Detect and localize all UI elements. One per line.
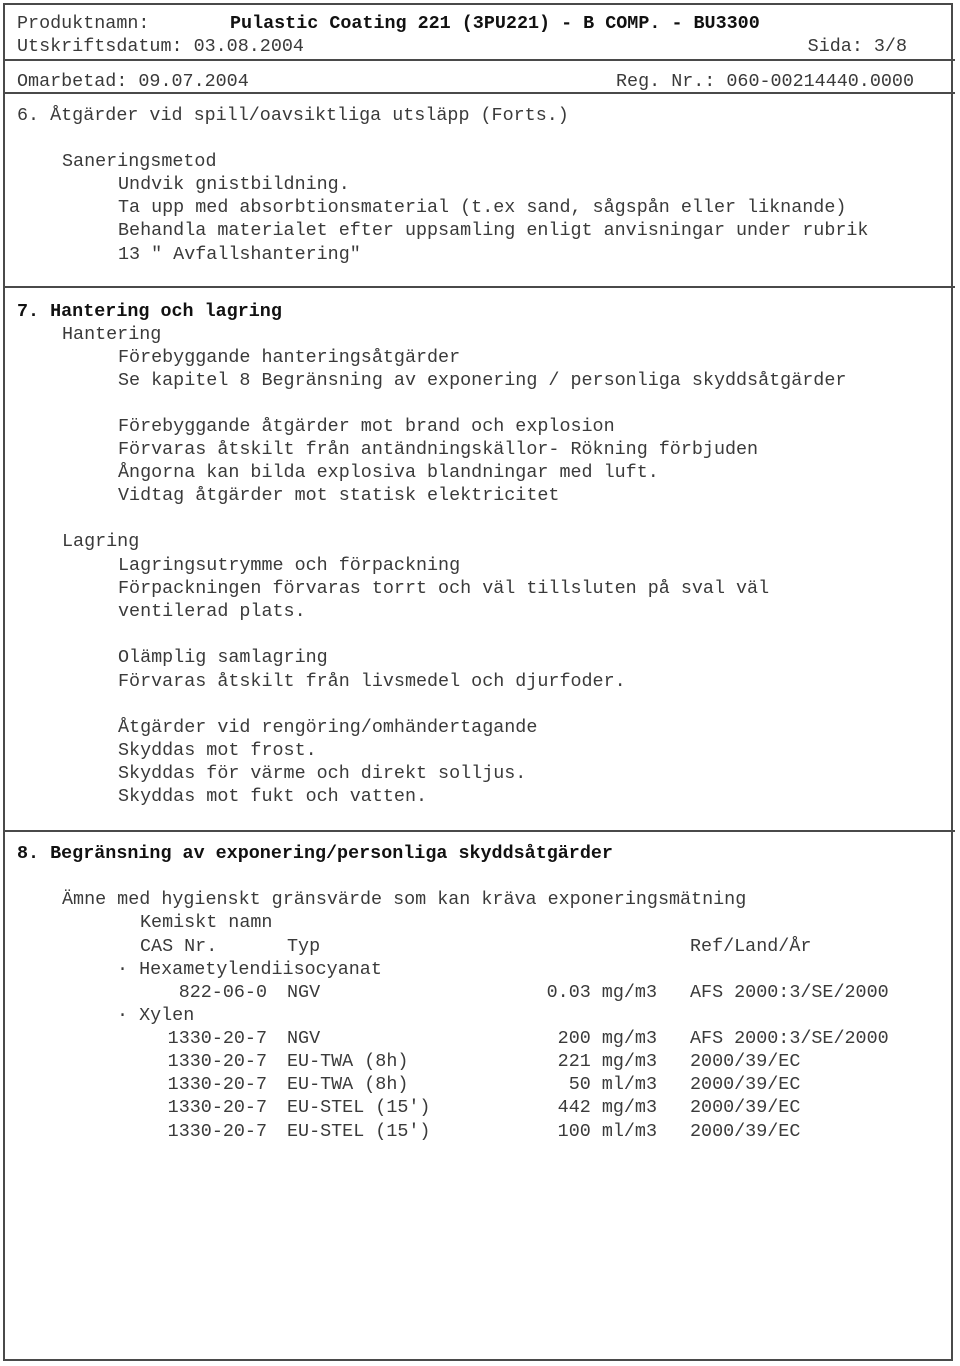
substance-name: · Xylen	[117, 1005, 195, 1026]
section6-title: 6. Åtgärder vid spill/oavsiktliga utsläp…	[17, 105, 569, 126]
cas-number: 1330-20-7	[167, 1028, 267, 1049]
limit-value: 50 ml/m3	[568, 1074, 657, 1095]
print-date: Utskriftsdatum: 03.08.2004	[17, 36, 304, 57]
handling-line: Förebyggande åtgärder mot brand och expl…	[118, 416, 615, 437]
limit-ref: 2000/39/EC	[690, 1074, 801, 1095]
limit-ref: 2000/39/EC	[690, 1121, 801, 1142]
handling-line: Förebyggande hanteringsåtgärder	[118, 347, 461, 368]
cas-number: 1330-20-7	[167, 1097, 267, 1118]
section8-title: 8. Begränsning av exponering/personliga …	[17, 843, 613, 864]
exposure-intro: Ämne med hygienskt gränsvärde som kan kr…	[62, 889, 747, 910]
handling-line: Förvaras åtskilt från antändningskällor-…	[118, 439, 759, 460]
limit-type: EU-STEL (15')	[287, 1097, 431, 1118]
storage-line: ventilerad plats.	[118, 601, 306, 622]
storage-line: Lagringsutrymme och förpackning	[118, 555, 461, 576]
limit-type: EU-STEL (15')	[287, 1121, 431, 1142]
section6-line: Ta upp med absorbtionsmaterial (t.ex san…	[118, 197, 847, 218]
cas-number: 1330-20-7	[167, 1051, 267, 1072]
revised-date: Omarbetad: 09.07.2004	[17, 71, 249, 92]
product-label: Produktnamn:	[17, 13, 150, 34]
cas-number: 822-06-0	[178, 982, 267, 1003]
storage-line: Olämplig samlagring	[118, 647, 328, 668]
limit-ref: AFS 2000:3/SE/2000	[690, 1028, 889, 1049]
section-divider-7	[3, 286, 955, 288]
limit-value: 0.03 mg/m3	[546, 982, 657, 1003]
limit-ref: AFS 2000:3/SE/2000	[690, 982, 889, 1003]
limit-value: 221 mg/m3	[557, 1051, 657, 1072]
product-name: Pulastic Coating 221 (3PU221) - B COMP. …	[230, 13, 760, 34]
limit-type: EU-TWA (8h)	[287, 1051, 409, 1072]
storage-line: Skyddas för värme och direkt solljus.	[118, 763, 527, 784]
section6-line: Behandla materialet efter uppsamling enl…	[118, 220, 869, 241]
limit-ref: 2000/39/EC	[690, 1097, 801, 1118]
limit-ref: 2000/39/EC	[690, 1051, 801, 1072]
section6-line: Undvik gnistbildning.	[118, 174, 350, 195]
cas-number: 1330-20-7	[167, 1121, 267, 1142]
limit-value: 100 ml/m3	[557, 1121, 657, 1142]
header-divider-1	[3, 59, 955, 61]
column-type: Typ	[287, 936, 321, 957]
section7-title: 7. Hantering och lagring	[17, 301, 282, 322]
limit-value: 200 mg/m3	[557, 1028, 657, 1049]
page-number: Sida: 3/8	[807, 36, 907, 57]
limit-type: NGV	[287, 982, 321, 1003]
limit-type: NGV	[287, 1028, 321, 1049]
handling-heading: Hantering	[62, 324, 162, 345]
handling-line: Vidtag åtgärder mot statisk elektricitet	[118, 485, 560, 506]
storage-line: Förvaras åtskilt från livsmedel och djur…	[118, 671, 626, 692]
column-chemical-name: Kemiskt namn	[140, 912, 273, 933]
substance-name: · Hexametylendiisocyanat	[117, 959, 382, 980]
limit-value: 442 mg/m3	[557, 1097, 657, 1118]
storage-line: Förpackningen förvaras torrt och väl til…	[118, 578, 770, 599]
registration-number: Reg. Nr.: 060-00214440.0000	[616, 71, 914, 92]
section-divider-8	[3, 830, 955, 832]
storage-line: Åtgärder vid rengöring/omhändertagande	[118, 717, 538, 738]
storage-line: Skyddas mot fukt och vatten.	[118, 786, 428, 807]
handling-line: Se kapitel 8 Begränsning av exponering /…	[118, 370, 847, 391]
column-cas: CAS Nr.	[140, 936, 218, 957]
column-ref: Ref/Land/År	[690, 936, 812, 957]
handling-line: Ångorna kan bilda explosiva blandningar …	[118, 462, 659, 483]
cas-number: 1330-20-7	[167, 1074, 267, 1095]
section6-line: 13 " Avfallshantering"	[118, 244, 361, 265]
limit-type: EU-TWA (8h)	[287, 1074, 409, 1095]
section6-subheading: Saneringsmetod	[62, 151, 217, 172]
storage-heading: Lagring	[62, 531, 140, 552]
storage-line: Skyddas mot frost.	[118, 740, 317, 761]
